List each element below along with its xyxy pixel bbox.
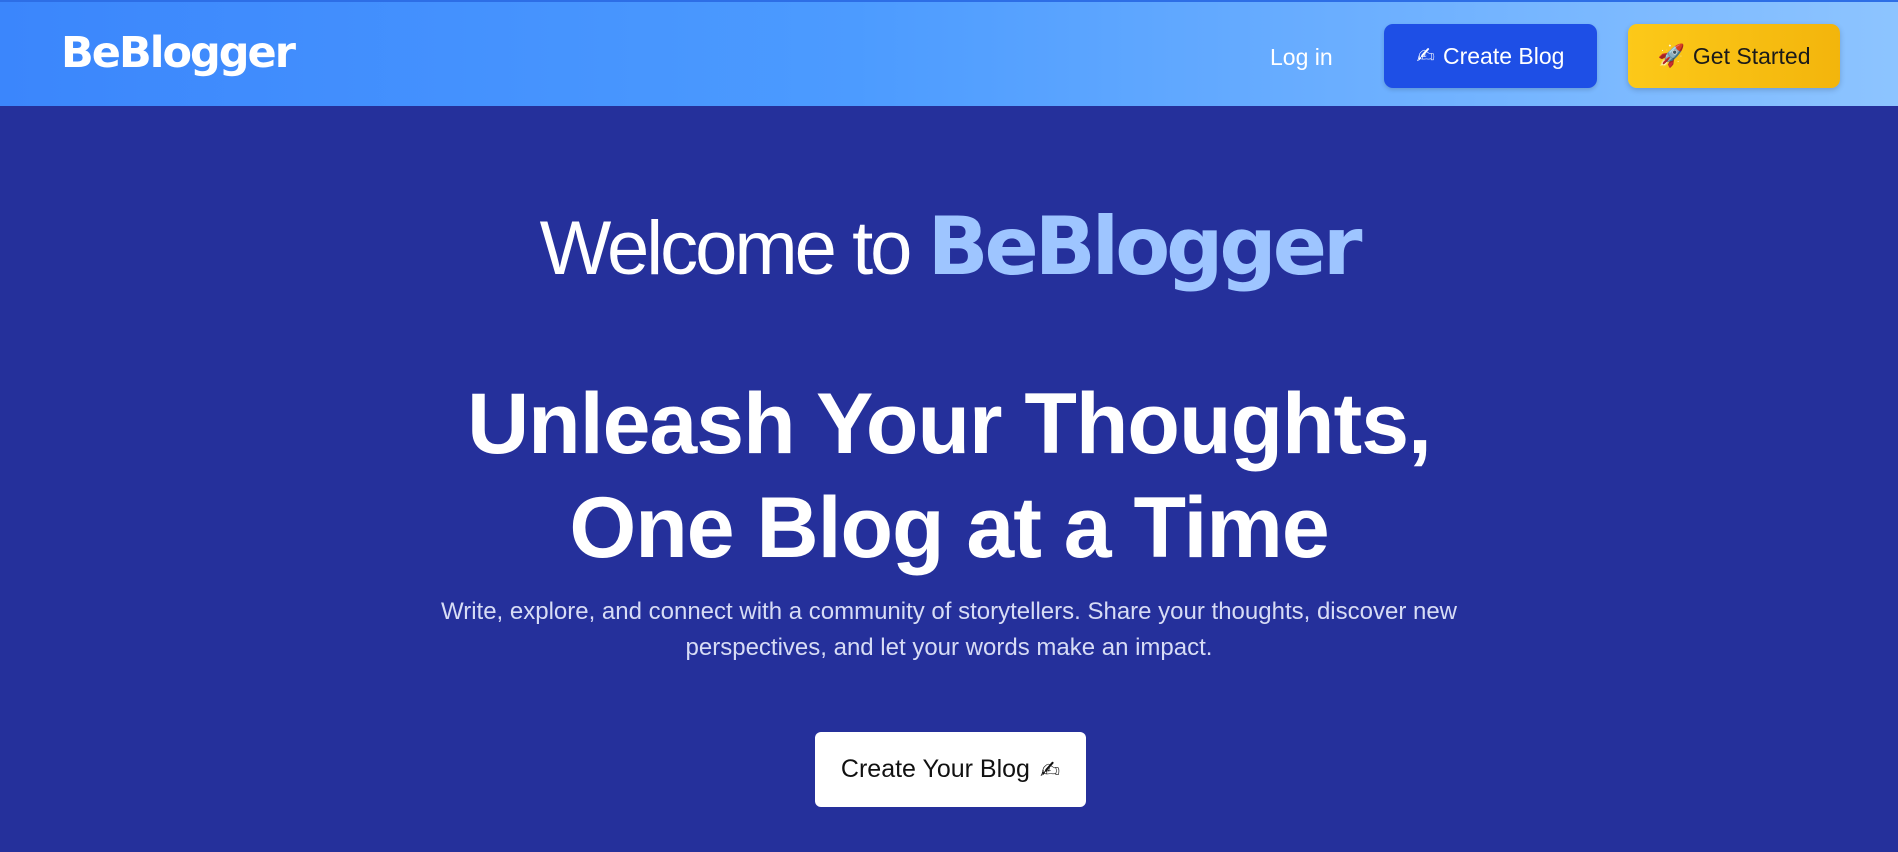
login-link[interactable]: Log in <box>1270 40 1333 74</box>
subtitle-line-2: perspectives, and let your words make an… <box>685 634 1213 661</box>
hero-headline: Unleash Your Thoughts, One Blog at a Tim… <box>0 372 1898 580</box>
get-started-button[interactable]: 🚀 Get Started <box>1628 24 1840 88</box>
create-your-blog-label: Create Your Blog <box>840 755 1030 783</box>
headline-line-1: Unleash Your Thoughts, <box>467 376 1432 472</box>
writing-hand-icon: ✍ <box>1039 755 1061 784</box>
hero-subtitle: Write, explore, and connect with a commu… <box>0 594 1898 666</box>
welcome-brand: BeBlogger <box>927 200 1363 293</box>
site-logo[interactable]: BeBlogger <box>61 28 296 80</box>
subtitle-line-1: Write, explore, and connect with a commu… <box>440 598 1458 625</box>
headline-line-2: One Blog at a Time <box>569 480 1329 576</box>
top-navbar: BeBlogger Log in ✍ Create Blog 🚀 Get Sta… <box>0 0 1898 106</box>
create-blog-button[interactable]: ✍ Create Blog <box>1384 24 1597 88</box>
get-started-label: Get Started <box>1692 42 1811 69</box>
create-your-blog-button[interactable]: Create Your Blog ✍ <box>815 732 1086 807</box>
welcome-heading: Welcome to BeBlogger <box>0 200 1898 293</box>
welcome-prefix: Welcome to <box>539 206 928 291</box>
writing-hand-icon: ✍ <box>1416 43 1435 69</box>
create-blog-label: Create Blog <box>1442 42 1565 69</box>
rocket-icon: 🚀 <box>1657 43 1685 69</box>
